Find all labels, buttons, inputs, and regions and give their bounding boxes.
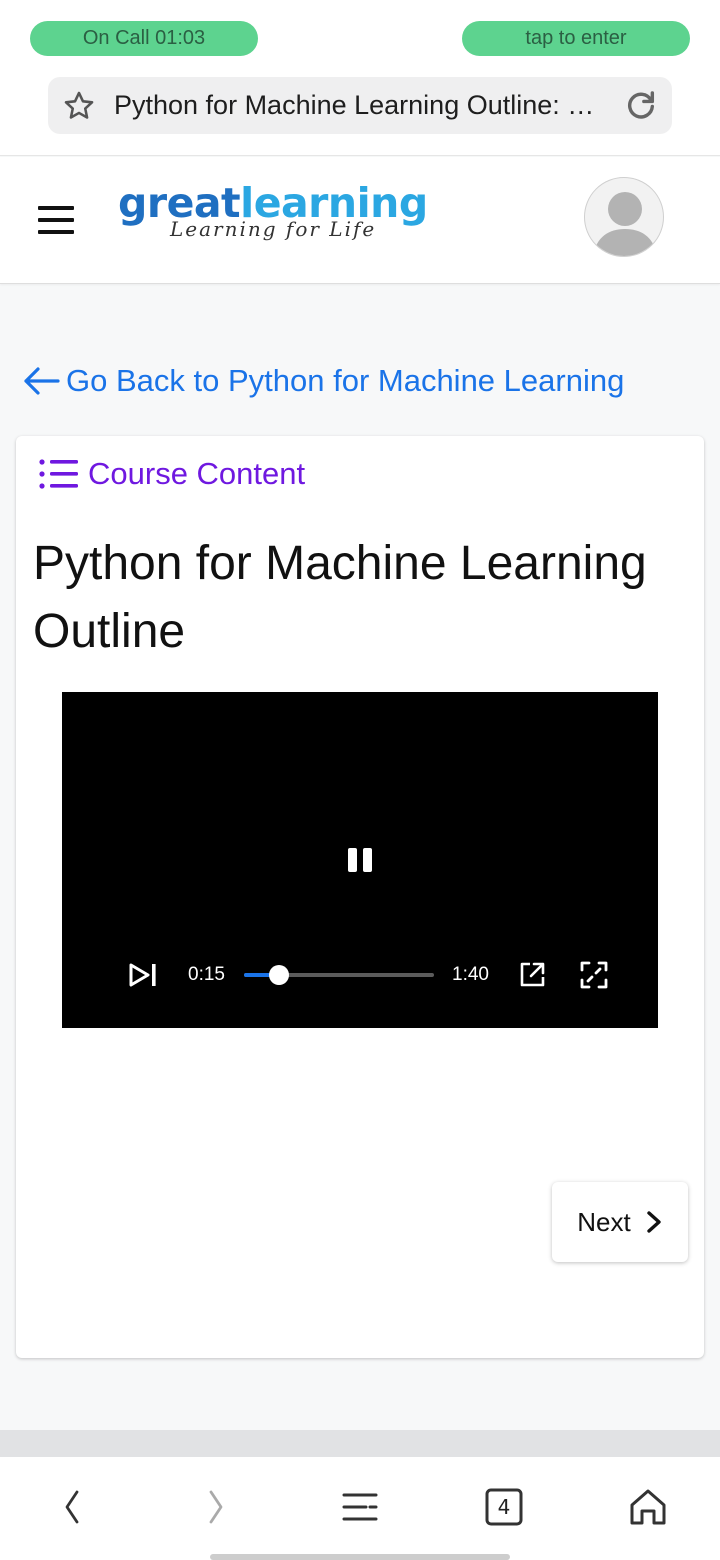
site-header: greatlearning Learning for Life: [0, 157, 720, 284]
fullscreen-icon[interactable]: [580, 961, 608, 989]
browser-back-icon[interactable]: [50, 1485, 94, 1529]
popout-icon[interactable]: [518, 961, 546, 989]
skip-next-icon[interactable]: [128, 962, 160, 988]
browser-menu-icon[interactable]: [338, 1485, 382, 1529]
page: On Call 01:03 tap to enter Python for Ma…: [0, 0, 720, 1560]
lesson-title: Python for Machine Learning Outline: [33, 537, 647, 658]
back-arrow-icon: [24, 367, 60, 395]
seek-handle[interactable]: [268, 965, 289, 985]
browser-bottom-nav: 4: [0, 1457, 720, 1560]
browser-forward-icon[interactable]: [194, 1485, 238, 1529]
home-icon[interactable]: [626, 1485, 670, 1529]
go-back-link[interactable]: Go Back to Python for Machine Learning: [22, 360, 624, 402]
avatar-icon[interactable]: [584, 177, 664, 257]
next-button[interactable]: Next: [552, 1182, 688, 1262]
scroll-area-bottom: [0, 1430, 720, 1457]
gesture-home-bar[interactable]: [210, 1554, 510, 1560]
star-icon[interactable]: [62, 89, 96, 123]
logo-tagline: Learning for Life: [170, 217, 377, 241]
page-title-in-address-bar[interactable]: Python for Machine Learning Outline: …: [114, 77, 614, 134]
next-button-label: Next: [577, 1206, 631, 1237]
go-back-link-label: Go Back to Python for Machine Learning: [66, 363, 625, 398]
tab-count: 4: [497, 1495, 511, 1519]
video-player[interactable]: 0:15 1:40: [62, 692, 658, 1028]
duration: 1:40: [452, 964, 489, 985]
tap-to-enter-pill[interactable]: tap to enter: [462, 21, 690, 56]
course-content-button[interactable]: Course Content: [38, 454, 305, 494]
tabs-button[interactable]: 4: [482, 1485, 526, 1529]
hamburger-menu-icon[interactable]: [36, 204, 76, 236]
browser-top-bar: On Call 01:03 tap to enter Python for Ma…: [0, 0, 720, 156]
list-icon: [39, 459, 78, 489]
reload-icon[interactable]: [624, 88, 658, 122]
pause-icon[interactable]: [348, 848, 372, 872]
current-time: 0:15: [188, 964, 225, 985]
address-bar[interactable]: Python for Machine Learning Outline: …: [48, 77, 672, 134]
lesson-card: Course Content Python for Machine Learni…: [16, 436, 704, 1358]
chevron-right-icon: [647, 1211, 661, 1233]
course-content-label: Course Content: [88, 456, 306, 491]
greatlearning-logo[interactable]: greatlearning Learning for Life: [118, 179, 428, 249]
on-call-pill[interactable]: On Call 01:03: [30, 21, 258, 56]
seek-bar[interactable]: [244, 965, 434, 985]
